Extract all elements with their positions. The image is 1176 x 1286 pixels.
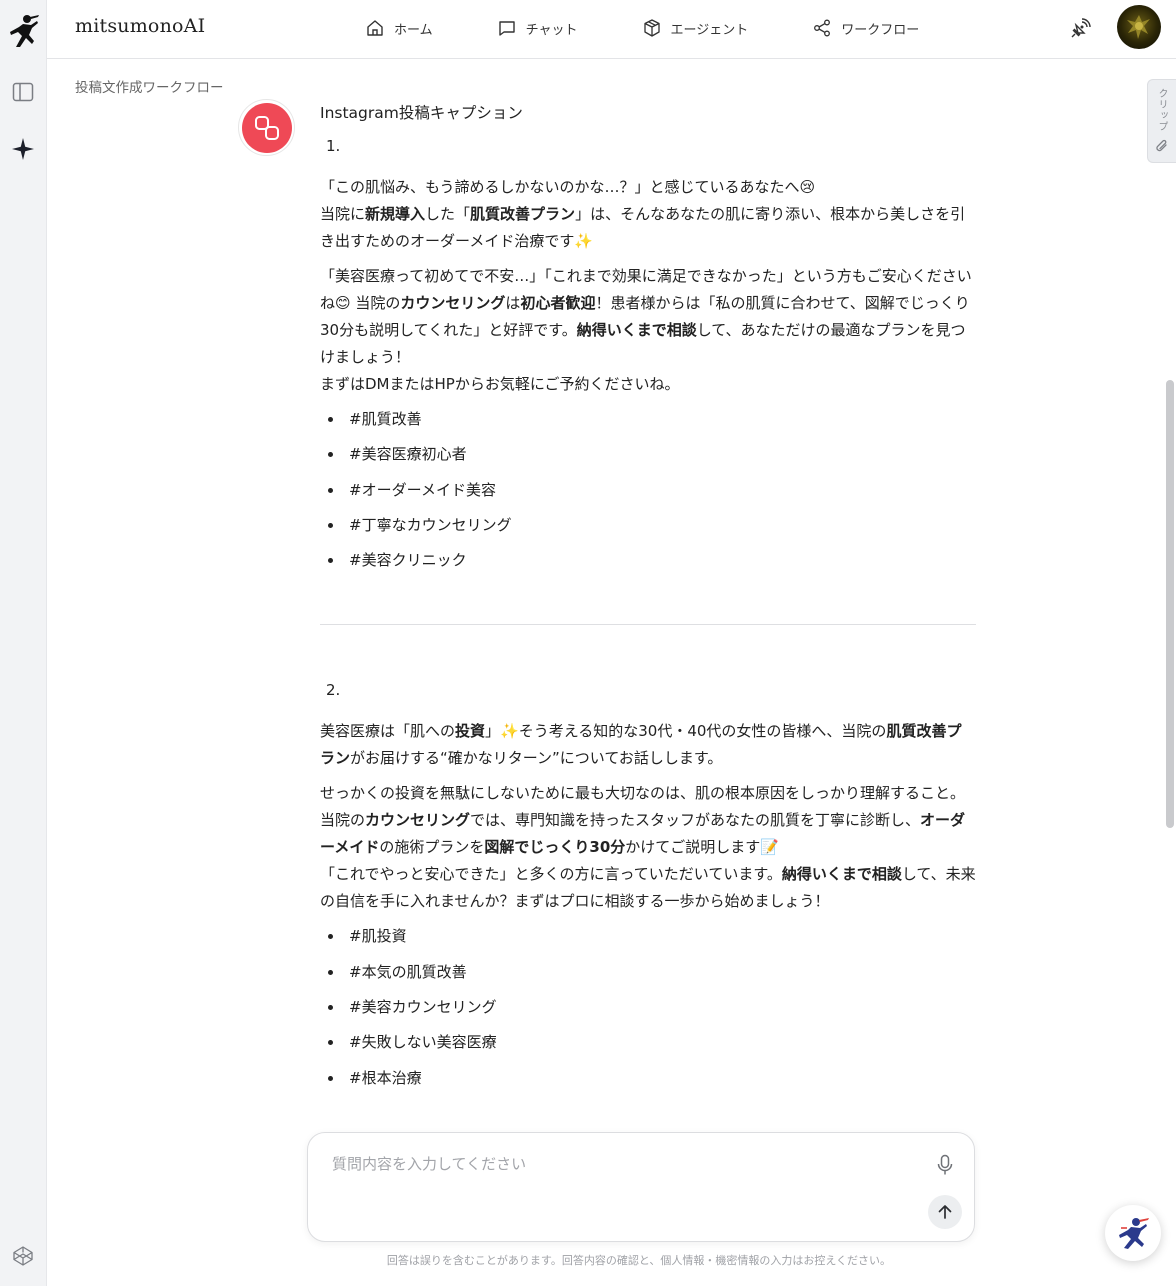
item-paragraph: せっかくの投資を無駄にしないために最も大切なのは、肌の根本原因をしっかり理解する… bbox=[320, 780, 976, 915]
disclaimer-text: 回答は誤りを含むことがあります。回答内容の確認と、個人情報・機密情報の入力はお控… bbox=[386, 1254, 892, 1267]
main-nav: ホーム チャット エージェント ワークフロー bbox=[365, 15, 983, 41]
item-number: 1. bbox=[326, 137, 341, 155]
bold-text: 図解でじっくり30分 bbox=[484, 838, 626, 857]
list-item: #美容医療初心者 bbox=[320, 441, 976, 476]
hashtag-list: #肌投資 #本気の肌質改善 #美容カウンセリング #失敗しない美容医療 #根本治… bbox=[320, 923, 976, 1099]
bold-text: 肌質改善プラン bbox=[470, 205, 576, 223]
bold-text: カウンセリング bbox=[400, 294, 506, 312]
paperclip-icon bbox=[1155, 138, 1169, 158]
chat-icon bbox=[498, 21, 515, 36]
paragraph-text: かけてご説明します📝 bbox=[625, 838, 779, 857]
list-item: #本気の肌質改善 bbox=[320, 959, 976, 994]
message-title: Instagram投稿キャプション bbox=[320, 104, 523, 122]
nav-home-label: ホーム bbox=[394, 22, 433, 38]
bold-text: 納得いくまで相談 bbox=[781, 865, 902, 884]
share-icon bbox=[814, 19, 831, 37]
scrollbar-thumb[interactable] bbox=[1166, 380, 1174, 828]
nav-home[interactable]: ホーム bbox=[365, 15, 433, 41]
sparkle-icon[interactable] bbox=[10, 136, 36, 162]
divider bbox=[320, 624, 976, 626]
item-paragraph: 「美容医療って初めてで不安…」「これまで効果に満足できなかった」という方もご安心… bbox=[320, 263, 976, 398]
paragraph-text: 「これでやっと安心できた」と多くの方に言っていただいています。 bbox=[320, 865, 782, 884]
clip-tab-label: クリップ bbox=[1156, 88, 1167, 132]
paragraph-text: 「この肌悩み、もう諦めるしかないのかな…？」と感じているあなたへ😢 bbox=[320, 178, 816, 196]
nav-workflow[interactable]: ワークフロー bbox=[812, 15, 919, 41]
list-item: #失敗しない美容医療 bbox=[320, 1029, 976, 1064]
item-number: 2. bbox=[326, 681, 341, 700]
ninja-runner-icon bbox=[1119, 1218, 1149, 1249]
list-item: #丁寧なカウンセリング bbox=[320, 512, 976, 547]
item-paragraph: 美容医療は「肌への投資」✨そう考える知的な30代・40代の女性の皆様へ、当院の肌… bbox=[320, 718, 976, 772]
bold-text: 新規導入 bbox=[365, 205, 426, 223]
send-button[interactable] bbox=[928, 1195, 962, 1229]
codepen-icon[interactable] bbox=[10, 1243, 36, 1269]
nav-chat-label: チャット bbox=[525, 22, 578, 38]
bold-text: 納得いくまで相談 bbox=[576, 321, 697, 339]
brand-name[interactable]: mitsumonoAI bbox=[75, 15, 205, 37]
list-item: #美容カウンセリング bbox=[320, 994, 976, 1029]
paragraph-text: では、専門知識を持ったスタッフがあなたの肌質を丁寧に診断し、 bbox=[470, 811, 921, 830]
satellite-icon[interactable] bbox=[1067, 16, 1093, 42]
list-item: #肌質改善 bbox=[320, 406, 976, 441]
cube-icon bbox=[643, 19, 660, 37]
list-item: #オーダーメイド美容 bbox=[320, 477, 976, 512]
user-avatar[interactable] bbox=[1117, 5, 1161, 49]
paragraph-text: まずはDMまたはHPからお気軽にご予約くださいね。 bbox=[320, 375, 680, 393]
breadcrumb[interactable]: 投稿文作成ワークフロー bbox=[75, 76, 224, 96]
item-paragraph: 「この肌悩み、もう諦めるしかないのかな…？」と感じているあなたへ😢 当院に新規導… bbox=[320, 174, 976, 255]
nav-chat[interactable]: チャット bbox=[497, 15, 578, 41]
assistant-avatar bbox=[238, 99, 295, 156]
microphone-icon[interactable] bbox=[932, 1152, 958, 1178]
hashtag-list: #肌質改善 #美容医療初心者 #オーダーメイド美容 #丁寧なカウンセリング #美… bbox=[320, 406, 976, 582]
top-header: mitsumonoAI ホーム チャット エージェント ワークフロー bbox=[47, 0, 1176, 59]
workflow-logo-icon bbox=[254, 115, 279, 140]
sidebar-toggle-icon[interactable] bbox=[10, 79, 36, 105]
paragraph-text: 当院に bbox=[320, 205, 366, 223]
bold-text: 初心者歓迎 bbox=[520, 294, 596, 312]
paragraph-text: 」✨そう考える知的な30代・40代の女性の皆様へ、当院の bbox=[485, 722, 887, 741]
arrow-up-icon bbox=[938, 1205, 952, 1219]
ninja-logo-icon[interactable] bbox=[6, 13, 40, 51]
home-icon bbox=[367, 20, 383, 36]
chat-input-box bbox=[307, 1132, 975, 1242]
nav-agent-label: エージェント bbox=[670, 22, 749, 38]
paragraph-text: は bbox=[505, 294, 521, 312]
assistant-message: Instagram投稿キャプション 1. 「この肌悩み、もう諦めるしかないのかな… bbox=[320, 100, 976, 1100]
list-item: #美容クリニック bbox=[320, 547, 976, 582]
nav-agent[interactable]: エージェント bbox=[642, 15, 749, 41]
bold-text: 投資 bbox=[455, 722, 486, 741]
list-item: #肌投資 bbox=[320, 923, 976, 958]
question-input[interactable] bbox=[332, 1152, 912, 1176]
nav-workflow-label: ワークフロー bbox=[841, 22, 920, 38]
list-item: #根本治療 bbox=[320, 1065, 976, 1100]
left-rail bbox=[0, 0, 47, 1286]
ninja-assistant-button[interactable] bbox=[1105, 1205, 1161, 1261]
clip-tab[interactable]: クリップ bbox=[1147, 79, 1176, 163]
paragraph-text: した「 bbox=[425, 205, 471, 223]
paragraph-text: がお届けする“確かなリターン”についてお話しします。 bbox=[350, 749, 723, 768]
paragraph-text: 美容医療は「肌への bbox=[320, 722, 456, 741]
paragraph-text: の施術プランを bbox=[379, 838, 485, 857]
bold-text: カウンセリング bbox=[365, 811, 471, 830]
